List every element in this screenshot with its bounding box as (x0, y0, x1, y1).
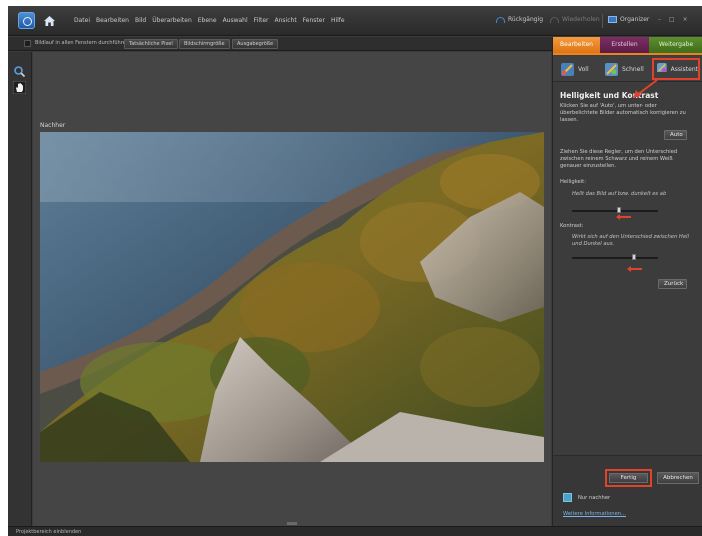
mode-tabs: Bearbeiten Erstellen Weitergabe (553, 37, 702, 53)
edit-sub-tabs: Voll Schnell Assistent (553, 56, 702, 82)
photo-image (40, 132, 544, 462)
organizer-label: Organizer (620, 16, 650, 23)
guided-panel-body: Helligkeit und Kontrast Klicken Sie auf … (553, 83, 702, 455)
close-button[interactable]: × (683, 16, 688, 23)
app-logo-icon (18, 12, 35, 29)
done-button-highlight: Fertig (605, 469, 652, 487)
quick-fix-label: Schnell (622, 65, 644, 73)
tab-edit[interactable]: Bearbeiten (553, 37, 600, 53)
after-view-label: Nachher (40, 122, 66, 129)
menu-item-datei[interactable]: Datei (74, 17, 90, 24)
main-menu: Datei Bearbeiten Bild Überarbeiten Ebene… (74, 17, 345, 24)
mode-tab-underline (553, 53, 702, 55)
brightness-slider-thumb[interactable] (617, 207, 622, 213)
menu-item-bild[interactable]: Bild (135, 17, 146, 24)
after-only-label: Nur nachher (578, 495, 611, 501)
undo-label: Rückgängig (508, 16, 544, 23)
redo-button[interactable]: Wiederholen (550, 16, 600, 23)
guided-label: Assistent (670, 65, 698, 73)
tab-guided[interactable]: Assistent (652, 58, 700, 80)
show-project-bin-toggle[interactable]: Projektbereich einblenden (16, 529, 81, 535)
reset-button[interactable]: Zurück (658, 279, 687, 289)
menu-item-auswahl[interactable]: Auswahl (223, 17, 248, 24)
menubar-divider (602, 14, 603, 28)
full-edit-label: Voll (578, 65, 589, 73)
photoshop-elements-window: Datei Bearbeiten Bild Überarbeiten Ebene… (8, 6, 702, 536)
scroll-all-windows-label: Bildlauf in allen Fenstern durchführen (35, 40, 129, 46)
annotation-arrow-brightness (616, 214, 631, 220)
brightness-hint: Hellt das Bild auf bzw. dunkelt es ab (572, 191, 667, 197)
redo-icon (550, 16, 559, 23)
contrast-slider-thumb[interactable] (631, 254, 636, 260)
undo-icon (496, 16, 505, 23)
guided-icon (657, 62, 667, 76)
menubar: Datei Bearbeiten Bild Überarbeiten Ebene… (8, 6, 702, 36)
panel-action-area: Fertig Abbrechen Nur nachher Weitere Inf… (553, 455, 702, 526)
tab-quick-fix[interactable]: Schnell (605, 61, 644, 77)
menu-item-filter[interactable]: Filter (254, 17, 269, 24)
menu-item-hilfe[interactable]: Hilfe (331, 17, 345, 24)
undo-button[interactable]: Rückgängig (496, 16, 543, 23)
auto-button[interactable]: Auto (664, 130, 687, 140)
tab-create[interactable]: Erstellen (600, 37, 649, 53)
cancel-button[interactable]: Abbrechen (657, 472, 699, 484)
print-size-button[interactable]: Ausgabegröße (232, 39, 279, 49)
auto-help-text: Klicken Sie auf 'Auto', um unter- oder ü… (560, 103, 686, 123)
toolbox (8, 52, 32, 526)
contrast-label: Kontrast: (560, 223, 584, 229)
hand-tool-icon[interactable] (12, 80, 27, 95)
status-bar: Projektbereich einblenden (8, 526, 702, 536)
menu-item-ebene[interactable]: Ebene (198, 17, 217, 24)
panel-title: Helligkeit und Kontrast (560, 91, 659, 100)
home-icon[interactable] (42, 13, 57, 28)
more-info-link[interactable]: Weitere Informationen... (563, 511, 626, 517)
after-only-view-icon[interactable] (563, 493, 572, 502)
tab-full-edit[interactable]: Voll (561, 61, 589, 77)
fit-screen-button[interactable]: Bildschirmgröße (179, 39, 230, 49)
menu-item-fenster[interactable]: Fenster (303, 17, 325, 24)
redo-label: Wiederholen (562, 16, 600, 23)
menu-item-ansicht[interactable]: Ansicht (275, 17, 297, 24)
minimize-button[interactable]: – (658, 16, 661, 23)
scroll-all-windows-checkbox[interactable] (24, 40, 31, 47)
slider-help-text: Ziehen Sie diese Regler, um den Untersch… (560, 149, 678, 169)
menu-item-bearbeiten[interactable]: Bearbeiten (96, 17, 129, 24)
organizer-icon (608, 16, 617, 23)
contrast-hint: Wirkt sich auf den Unterschied zwischen … (572, 234, 689, 247)
organizer-button[interactable]: Organizer (608, 16, 649, 23)
panel-bin: Bearbeiten Erstellen Weitergabe Voll Sch… (552, 37, 702, 526)
zoom-tool-icon[interactable] (13, 65, 26, 78)
actual-pixels-button[interactable]: Tatsächliche Pixel (124, 39, 178, 49)
brightness-slider[interactable] (572, 207, 658, 213)
menu-item-ueberarbeiten[interactable]: Überarbeiten (152, 17, 192, 24)
full-edit-icon (561, 62, 574, 76)
tab-share[interactable]: Weitergabe (649, 37, 702, 53)
document-canvas: Nachher (33, 52, 551, 526)
done-button[interactable]: Fertig (609, 473, 648, 483)
window-controls: – □ × (658, 16, 688, 23)
brightness-label: Helligkeit: (560, 179, 586, 185)
annotation-arrow-contrast (627, 266, 642, 272)
maximize-button[interactable]: □ (669, 16, 675, 23)
canvas-scroll-marker[interactable] (287, 522, 297, 525)
quick-fix-icon (605, 62, 618, 76)
contrast-slider[interactable] (572, 254, 658, 260)
